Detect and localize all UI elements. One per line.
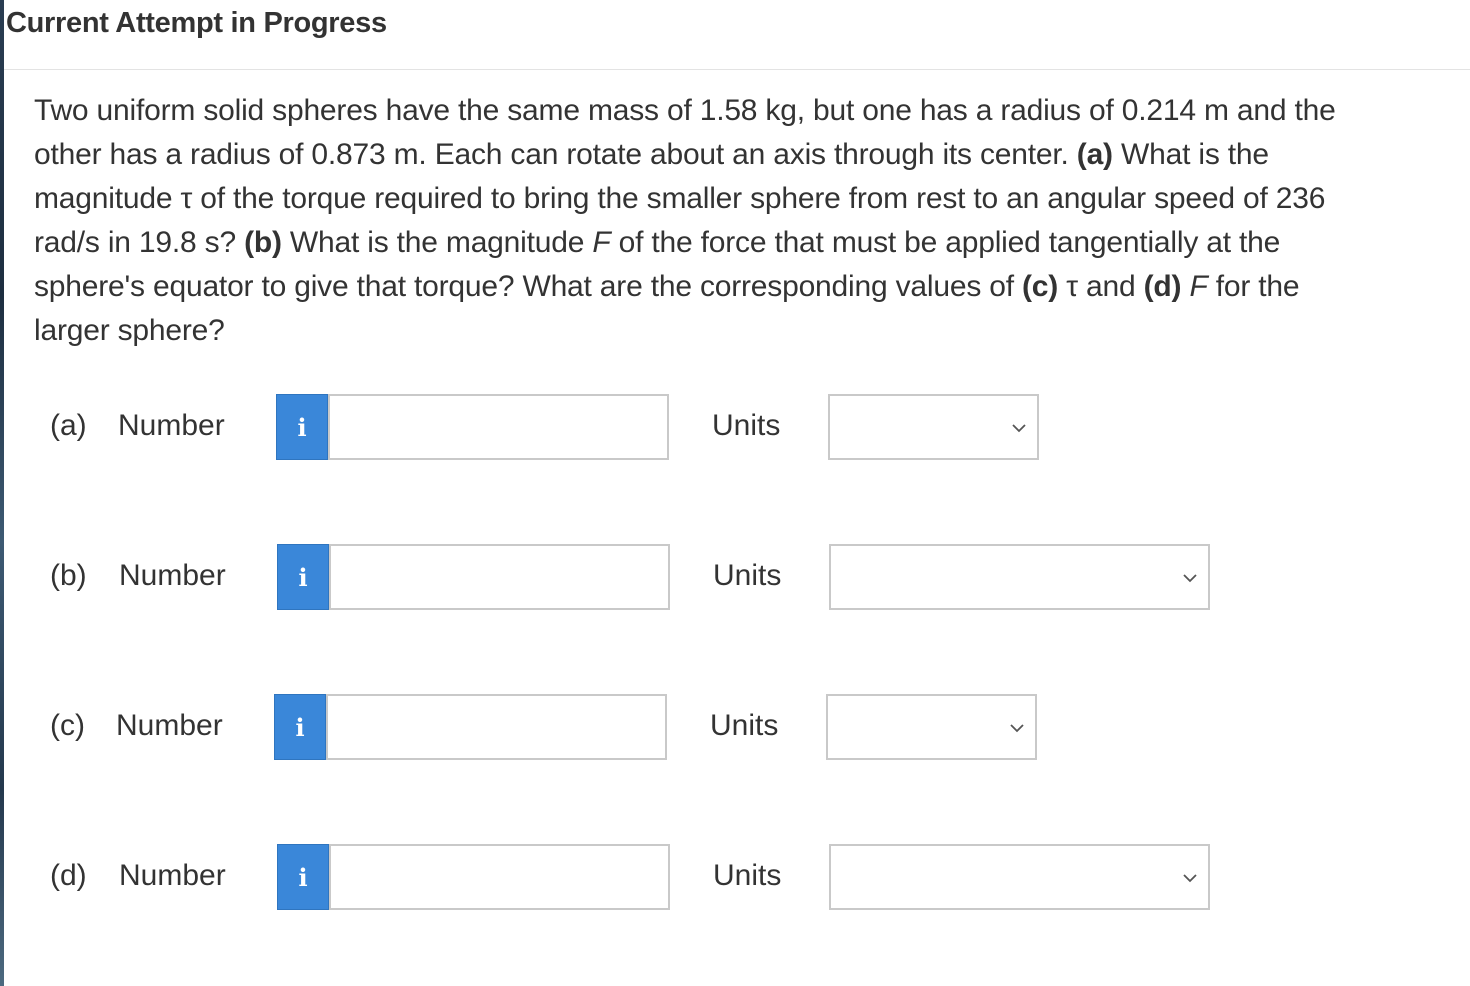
units-dropdown[interactable] <box>828 394 1039 460</box>
question-line: What is the <box>1112 138 1269 171</box>
tau-symbol: τ <box>180 182 193 215</box>
chevron-down-icon <box>1012 424 1026 433</box>
force-symbol: F <box>592 226 611 259</box>
info-icon: i <box>297 412 307 442</box>
part-ref: (a) <box>1076 138 1113 171</box>
question-line: τ and <box>1058 270 1144 303</box>
part-label: (b) <box>50 559 87 592</box>
answer-row-d: (d) Number i Units <box>0 844 1470 910</box>
units-label: Units <box>713 859 782 892</box>
info-icon: i <box>295 712 305 742</box>
question-line: sphere's equator to give that torque? Wh… <box>34 270 1023 303</box>
answer-row-c: (c) Number i Units <box>0 694 1470 760</box>
units-dropdown[interactable] <box>829 844 1210 910</box>
question-line: What is the magnitude <box>281 226 593 259</box>
info-icon: i <box>298 562 308 592</box>
units-dropdown[interactable] <box>826 694 1037 760</box>
info-button[interactable]: i <box>277 544 329 610</box>
question-line: for the <box>1207 270 1300 303</box>
number-input[interactable] <box>329 544 670 610</box>
number-input[interactable] <box>328 394 669 460</box>
number-label: Number <box>118 409 225 442</box>
units-label: Units <box>713 559 782 592</box>
force-symbol: F <box>1189 270 1208 303</box>
part-ref: (b) <box>244 226 282 259</box>
question-line: other has a radius of 0.873 m. Each can … <box>34 138 1077 171</box>
chevron-down-icon <box>1183 574 1197 583</box>
info-button[interactable]: i <box>276 394 328 460</box>
question-line: Two uniform solid spheres have the same … <box>34 94 1336 127</box>
units-label: Units <box>710 709 779 742</box>
question-line: of the force that must be applied tangen… <box>610 226 1281 259</box>
info-button[interactable]: i <box>277 844 329 910</box>
part-label: (a) <box>50 409 87 442</box>
number-input[interactable] <box>329 844 670 910</box>
part-ref: (d) <box>1143 270 1182 303</box>
chevron-down-icon <box>1183 874 1197 883</box>
window-edge <box>0 0 4 986</box>
info-button[interactable]: i <box>274 694 326 760</box>
number-input[interactable] <box>326 694 667 760</box>
number-label: Number <box>119 859 226 892</box>
number-label: Number <box>119 559 226 592</box>
answer-row-a: (a) Number i Units <box>0 394 1470 460</box>
chevron-down-icon <box>1010 724 1024 733</box>
part-label: (c) <box>50 709 85 742</box>
units-label: Units <box>712 409 781 442</box>
question-line: rad/s in 19.8 s? <box>34 226 245 259</box>
question-line: of the torque required to bring the smal… <box>192 182 1326 215</box>
header: Current Attempt in Progress <box>4 0 1470 70</box>
part-ref: (c) <box>1022 270 1059 303</box>
units-dropdown[interactable] <box>829 544 1210 610</box>
question-text: Two uniform solid spheres have the same … <box>34 89 1434 353</box>
question-line: magnitude <box>34 182 181 215</box>
question-line: larger sphere? <box>34 314 225 347</box>
part-label: (d) <box>50 859 87 892</box>
answer-row-b: (b) Number i Units <box>0 544 1470 610</box>
info-icon: i <box>298 862 308 892</box>
page-title: Current Attempt in Progress <box>6 7 387 39</box>
number-label: Number <box>116 709 223 742</box>
